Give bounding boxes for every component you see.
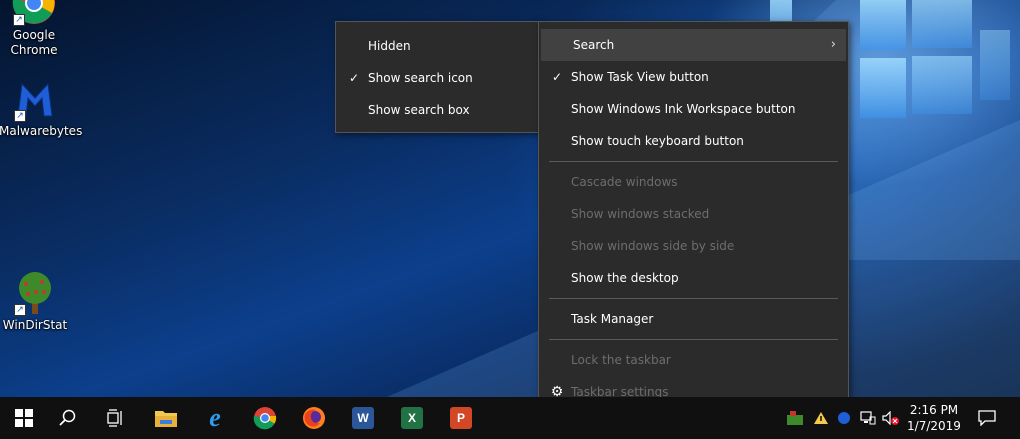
shield-icon: [838, 412, 850, 424]
word-button[interactable]: W: [339, 397, 387, 439]
wallpaper-pane: [912, 56, 972, 114]
menu-item-label: Hidden: [368, 39, 411, 53]
menu-item-show-search-box[interactable]: Show search box: [336, 94, 538, 126]
windows-logo-icon: [15, 409, 33, 427]
taskbar-context-menu: Search › ✓ Show Task View button Show Wi…: [538, 21, 849, 415]
network-button[interactable]: [858, 397, 878, 439]
search-submenu: Hidden ✓ Show search icon Show search bo…: [335, 21, 539, 133]
menu-item-label: Show search box: [368, 103, 470, 117]
network-icon: [860, 411, 876, 425]
menu-item-show-search-icon[interactable]: ✓ Show search icon: [336, 62, 538, 94]
clock-date: 1/7/2019: [907, 419, 961, 433]
malwarebytes-icon: ↗: [12, 76, 58, 122]
search-icon: [59, 409, 76, 426]
wallpaper-pane: [912, 0, 972, 48]
powerpoint-icon: P: [450, 407, 472, 429]
file-explorer-button[interactable]: [142, 397, 190, 439]
powerpoint-button[interactable]: P: [437, 397, 485, 439]
menu-item-label: Show the desktop: [571, 271, 679, 285]
taskbar-clock[interactable]: 2:16 PM 1/7/2019: [903, 402, 965, 434]
desktop-icon-label: Malwarebytes: [0, 124, 83, 138]
chevron-right-icon: ›: [830, 37, 836, 52]
menu-item-search[interactable]: Search ›: [541, 29, 846, 61]
menu-separator: [549, 298, 838, 299]
desktop-icon-label: Google: [12, 28, 56, 42]
menu-item-show-touch-keyboard[interactable]: Show touch keyboard button: [539, 125, 848, 157]
file-explorer-icon: [155, 411, 177, 427]
volume-button[interactable]: [881, 397, 901, 439]
desktop-icon-chrome[interactable]: ↗ Google Chrome: [0, 0, 70, 58]
tray-network-icon[interactable]: [836, 397, 852, 439]
menu-item-lock-taskbar: Lock the taskbar: [539, 344, 848, 376]
menu-item-windows-stacked: Show windows stacked: [539, 198, 848, 230]
action-center-button[interactable]: [972, 397, 1002, 439]
menu-item-label: Task Manager: [571, 312, 654, 326]
task-view-button[interactable]: [92, 397, 140, 439]
menu-item-show-desktop[interactable]: Show the desktop: [539, 262, 848, 294]
chrome-button[interactable]: [241, 397, 289, 439]
menu-item-show-task-view[interactable]: ✓ Show Task View button: [539, 61, 848, 93]
menu-item-label: Cascade windows: [571, 175, 678, 189]
chrome-icon: ↗: [11, 0, 57, 26]
clock-time: 2:16 PM: [909, 403, 959, 417]
volume-muted-icon: [882, 411, 899, 425]
menu-item-label: Show windows side by side: [571, 239, 735, 253]
menu-item-label: Show windows stacked: [571, 207, 710, 221]
tray-app-icon[interactable]: [784, 397, 806, 439]
check-icon: ✓: [551, 70, 563, 84]
menu-item-label: Show Windows Ink Workspace button: [571, 102, 796, 116]
menu-item-label: Show touch keyboard button: [571, 134, 744, 148]
desktop-icon-label: Chrome: [10, 43, 58, 57]
menu-item-label: Show Task View button: [571, 70, 709, 84]
taskbar: e W X P 2:16 PM 1/7/2019: [0, 397, 1020, 439]
excel-icon: X: [401, 407, 423, 429]
excel-button[interactable]: X: [388, 397, 436, 439]
firefox-icon: [303, 407, 325, 429]
taskbar-search-button[interactable]: [44, 397, 92, 439]
menu-item-cascade-windows: Cascade windows: [539, 166, 848, 198]
menu-item-show-ink-workspace[interactable]: Show Windows Ink Workspace button: [539, 93, 848, 125]
menu-item-task-manager[interactable]: Task Manager: [539, 303, 848, 335]
check-icon: ✓: [348, 71, 360, 85]
wallpaper-pane: [860, 0, 906, 50]
menu-item-label: Lock the taskbar: [571, 353, 671, 367]
menu-separator: [549, 161, 838, 162]
notification-icon: [978, 410, 996, 426]
firefox-button[interactable]: [290, 397, 338, 439]
menu-item-label: Show search icon: [368, 71, 473, 85]
internet-explorer-icon: e: [209, 403, 221, 432]
chrome-icon: [253, 407, 277, 430]
internet-explorer-button[interactable]: e: [191, 397, 239, 439]
word-icon: W: [352, 407, 374, 429]
menu-item-hidden[interactable]: Hidden: [336, 30, 538, 62]
desktop-icon-malwarebytes[interactable]: ↗ Malwarebytes: [0, 76, 83, 139]
windirstat-tree-icon: ↗: [12, 270, 58, 316]
menu-item-label: Search: [573, 38, 615, 52]
menu-separator: [549, 339, 838, 340]
wallpaper-pane: [860, 58, 906, 118]
tray-warning-icon[interactable]: [810, 397, 832, 439]
shortcut-arrow-icon: ↗: [13, 14, 25, 26]
task-view-icon: [107, 409, 122, 427]
desktop-icon-windirstat[interactable]: ↗ WinDirStat: [0, 270, 71, 333]
start-button[interactable]: [0, 397, 48, 439]
shortcut-arrow-icon: ↗: [14, 304, 26, 316]
shortcut-arrow-icon: ↗: [14, 110, 26, 122]
warning-icon: [814, 412, 828, 424]
desktop-icon-label: WinDirStat: [2, 318, 68, 332]
menu-item-windows-side-by-side: Show windows side by side: [539, 230, 848, 262]
wallpaper-pane: [980, 30, 1010, 100]
windirstat-tray-icon: [787, 411, 803, 425]
